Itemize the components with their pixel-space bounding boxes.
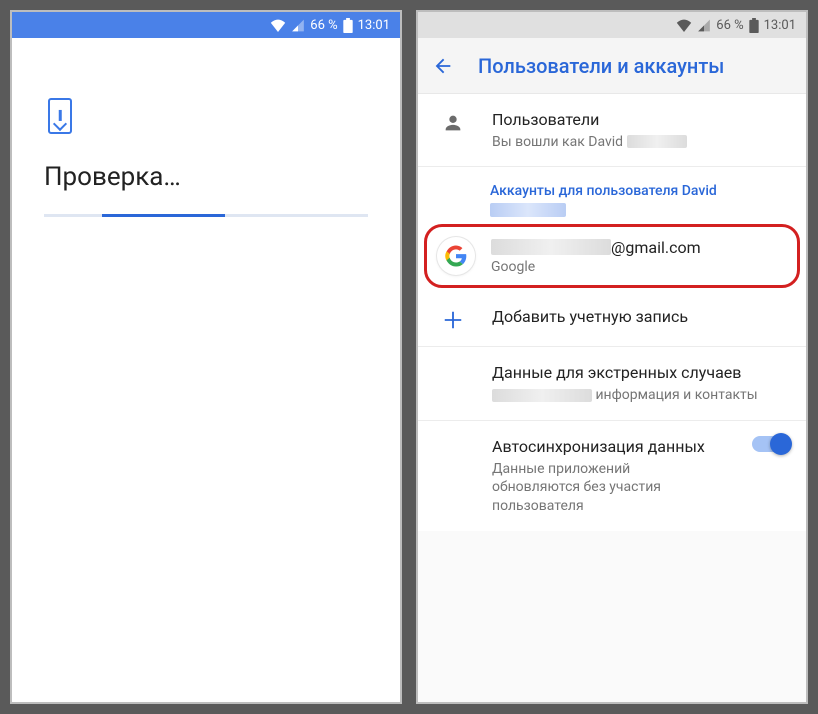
wifi-icon — [676, 19, 692, 32]
cellular-icon — [291, 19, 305, 32]
battery-percent: 66 % — [310, 18, 337, 33]
spacer-icon — [436, 362, 470, 365]
redacted-name — [627, 135, 687, 148]
add-account-row[interactable]: Добавить учетную запись — [418, 291, 806, 347]
accounts-section-header: Аккаунты для пользователя David — [418, 167, 806, 221]
emergency-row[interactable]: Данные для экстренных случаев информация… — [418, 347, 806, 420]
device-download-icon — [48, 98, 72, 134]
account-row-highlight: @gmail.com Google — [418, 221, 806, 291]
redacted-email-local — [491, 239, 611, 255]
battery-percent: 66 % — [716, 18, 743, 33]
progress-indicator — [102, 214, 225, 217]
add-account-label: Добавить учетную запись — [492, 306, 790, 328]
autosync-title: Автосинхронизация данных — [492, 436, 716, 458]
phone-right: 66 % 13:01 Пользователи и аккаунты Польз… — [416, 10, 808, 704]
autosync-subtitle: Данные приложений обновляются без участи… — [492, 460, 716, 517]
redacted-name — [490, 203, 566, 217]
users-row[interactable]: Пользователи Вы вошли как David — [418, 94, 806, 167]
clock: 13:01 — [764, 18, 796, 33]
settings-list: Пользователи Вы вошли как David Аккаунты… — [418, 94, 806, 702]
status-bar: 66 % 13:01 — [12, 12, 400, 38]
battery-icon — [749, 18, 759, 33]
cellular-icon — [697, 19, 711, 32]
wifi-icon — [270, 19, 286, 32]
phone-left: 66 % 13:01 Проверка… — [10, 10, 402, 704]
redacted-text — [492, 389, 592, 402]
verify-title: Проверка… — [44, 162, 368, 192]
account-provider: Google — [491, 259, 785, 275]
battery-icon — [343, 18, 353, 33]
progress-bar — [44, 214, 368, 217]
plus-icon — [436, 306, 470, 331]
google-account-row[interactable]: @gmail.com Google — [424, 224, 800, 288]
account-email: @gmail.com — [491, 238, 785, 257]
verify-screen: Проверка… — [12, 38, 400, 217]
spacer-icon — [436, 436, 470, 439]
clock: 13:01 — [358, 18, 390, 33]
app-bar: Пользователи и аккаунты — [418, 38, 806, 94]
person-icon — [436, 109, 470, 134]
google-logo-icon — [437, 237, 475, 275]
users-title: Пользователи — [492, 109, 790, 131]
autosync-row[interactable]: Автосинхронизация данных Данные приложен… — [418, 421, 806, 531]
autosync-toggle[interactable] — [752, 436, 790, 452]
users-subtitle: Вы вошли как David — [492, 133, 790, 152]
back-arrow-icon[interactable] — [432, 55, 454, 77]
status-bar: 66 % 13:01 — [418, 12, 806, 38]
app-bar-title: Пользователи и аккаунты — [478, 54, 724, 78]
emergency-subtitle: информация и контакты — [492, 386, 790, 405]
emergency-title: Данные для экстренных случаев — [492, 362, 790, 384]
